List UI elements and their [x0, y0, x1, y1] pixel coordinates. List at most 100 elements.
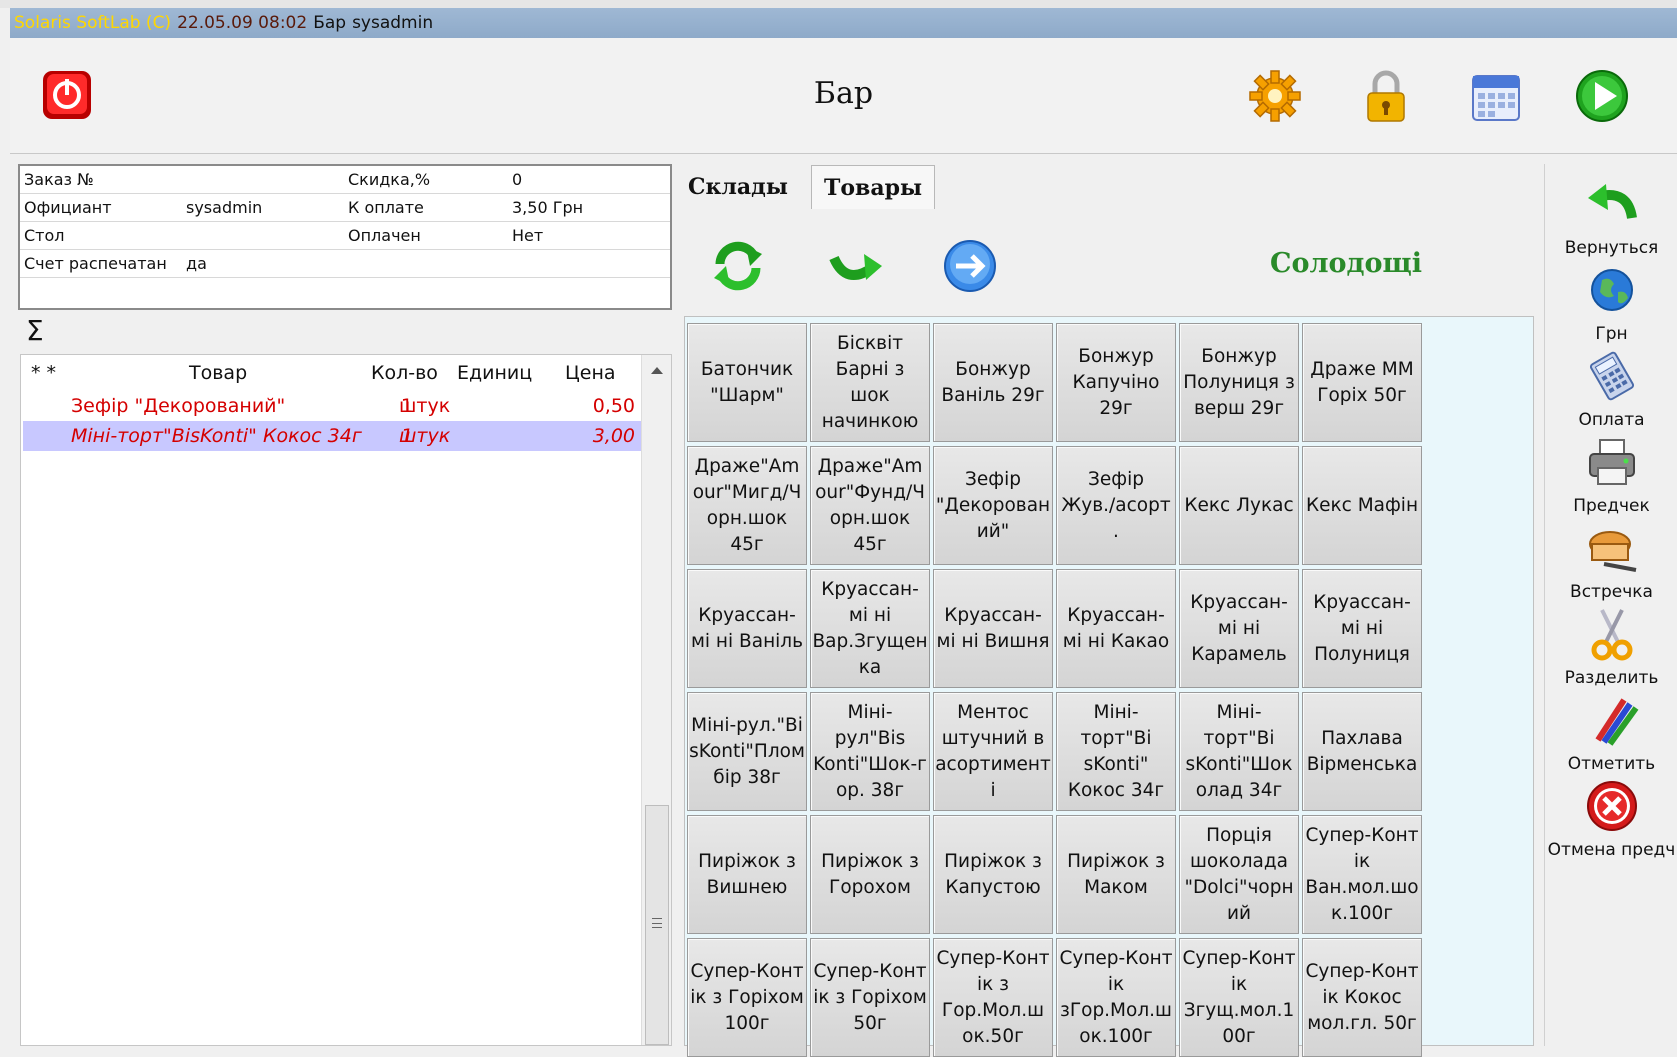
product-button[interactable]: Ментос штучний в асортимент і	[933, 692, 1053, 811]
to-pay-label: К оплате	[348, 198, 424, 217]
tab-warehouses[interactable]: Склады	[676, 165, 800, 209]
col-unit: Единиц	[457, 362, 533, 384]
table-row[interactable]: Міні-торт"BisKonti" Кокос 34г 1 штук 3,00	[23, 421, 641, 451]
to-pay-value: 3,50 Грн	[512, 198, 584, 217]
scissors-icon	[1591, 609, 1632, 661]
currency-button[interactable]: Грн	[1545, 262, 1677, 346]
product-button[interactable]: Бонжур Полуниця з верш 29г	[1179, 323, 1299, 442]
product-button[interactable]: Супер-Конт ік Кокос мол.гл. 50г	[1302, 938, 1422, 1057]
product-button[interactable]: Супер-Конт ік Ван.мол.шо к.100г	[1302, 815, 1422, 934]
col-marks: * *	[31, 362, 57, 384]
discount-label: Скидка,%	[348, 170, 431, 189]
scroll-thumb[interactable]	[645, 805, 669, 1045]
tab-products[interactable]: Товары	[811, 165, 936, 209]
calendar-icon[interactable]	[1465, 66, 1525, 126]
product-button[interactable]: Бісквіт Барні з шок начинкою	[810, 323, 930, 442]
window-titlebar: Solaris SoftLab (C) 22.05.09 08:02 Бар sysa…	[10, 8, 1677, 38]
product-button[interactable]: Бонжур Капучіно 29г	[1056, 323, 1176, 442]
action-sidebar: Вернуться Грн Оплата Предчек Встречка Ра…	[1544, 164, 1677, 1046]
product-button[interactable]: Круассан-мі ні Полуниця	[1302, 569, 1422, 688]
product-button[interactable]: Порція шоколада "Dolci"чорн ий	[1179, 815, 1299, 934]
lock-icon[interactable]	[1356, 66, 1416, 126]
titlebar-datetime: 22.05.09 08:02	[177, 13, 308, 33]
mark-button[interactable]: Отметить	[1545, 692, 1677, 776]
product-button[interactable]: Бонжур Ваніль 29г	[933, 323, 1053, 442]
product-button[interactable]: Круассан-мі ні Карамель	[1179, 569, 1299, 688]
waiter-label: Официант	[24, 198, 112, 217]
header-bar: Бар	[10, 38, 1677, 154]
globe-icon	[1590, 269, 1633, 311]
precheck-button[interactable]: Предчек	[1545, 434, 1677, 518]
product-button[interactable]: Пахлава Вірменська	[1302, 692, 1422, 811]
refresh-icon[interactable]	[710, 238, 766, 294]
cell-product: Міні-торт"BisKonti" Кокос 34г	[71, 425, 362, 447]
product-button[interactable]: Міні-торт"Bi sKonti"Шок олад 34г	[1179, 692, 1299, 811]
order-panel: Заказ № Скидка,% 0 Официант sysadmin К о…	[18, 164, 672, 1046]
cell-price: 3,00	[592, 425, 635, 447]
cancel-precheck-button[interactable]: Отмена предч	[1545, 778, 1677, 862]
order-info-box: Заказ № Скидка,% 0 Официант sysadmin К о…	[18, 164, 672, 310]
sum-button[interactable]: Σ	[26, 314, 44, 347]
product-button[interactable]: Супер-Конт ік Згущ.мол.1 00г	[1179, 938, 1299, 1057]
check-printed-label: Счет распечатан	[24, 254, 167, 273]
product-button[interactable]: Драже"Am our"Фунд/Ч орн.шок 45г	[810, 446, 930, 565]
product-button[interactable]: Пиріжок з Маком	[1056, 815, 1176, 934]
product-button[interactable]: Зефір Жув./асорт .	[1056, 446, 1176, 565]
product-button[interactable]: Кекс Мафін	[1302, 446, 1422, 565]
payment-button[interactable]: Оплата	[1545, 348, 1677, 432]
product-button[interactable]: Пиріжок з Горохом	[810, 815, 930, 934]
order-table-header: * * Товар Кол-во Единиц Цена	[21, 355, 641, 391]
forward-circle-icon[interactable]	[942, 238, 998, 294]
mark-label: Отметить	[1567, 754, 1656, 774]
order-table-scrollbar[interactable]	[641, 355, 671, 1045]
counter-button[interactable]: Встречка	[1545, 520, 1677, 604]
scroll-up-arrow-icon[interactable]	[651, 367, 663, 374]
product-button[interactable]: Міні-торт"Bi sKonti" Кокос 34г	[1056, 692, 1176, 811]
col-qty: Кол-во	[371, 362, 438, 384]
product-button[interactable]: Круассан-мі ні Вишня	[933, 569, 1053, 688]
back-arrow-icon[interactable]	[826, 238, 882, 294]
cell-product: Зефір "Декорований"	[71, 395, 286, 417]
category-title: Солодощі	[1270, 248, 1423, 279]
gear-icon[interactable]	[1245, 66, 1305, 126]
titlebar-user: sysadmin	[352, 13, 434, 33]
info-row-table: Стол Оплачен Нет	[20, 222, 670, 250]
play-icon[interactable]	[1572, 66, 1632, 126]
cell-unit: штук	[399, 395, 451, 417]
product-button[interactable]: Круассан-мі ні Вар.Згущен ка	[810, 569, 930, 688]
product-button[interactable]: Зефір "Декорован ий"	[933, 446, 1053, 565]
payment-label: Оплата	[1578, 410, 1645, 430]
check-printed-value: да	[186, 254, 207, 273]
product-button[interactable]: Супер-Конт ік з Горіхом 100г	[687, 938, 807, 1057]
cell-unit: штук	[399, 425, 451, 447]
return-label: Вернуться	[1564, 238, 1659, 258]
brand-text: Solaris SoftLab (C)	[14, 13, 172, 33]
col-product: Товар	[189, 362, 248, 384]
product-button[interactable]: Круассан-мі ні Какао	[1056, 569, 1176, 688]
table-label: Стол	[24, 226, 65, 245]
page-title: Бар	[813, 76, 874, 111]
product-button[interactable]: Пиріжок з Капустою	[933, 815, 1053, 934]
precheck-label: Предчек	[1573, 496, 1650, 516]
bread-knife-icon	[1588, 531, 1636, 572]
table-row[interactable]: Зефір "Декорований" 1 штук 0,50	[23, 391, 641, 421]
cancel-precheck-label: Отмена предч	[1547, 840, 1676, 860]
product-button[interactable]: Супер-Конт ік з Гор.Мол.ш ок.50г	[933, 938, 1053, 1057]
product-button[interactable]: Драже ММ Горіх 50г	[1302, 323, 1422, 442]
product-button[interactable]: Батончик "Шарм"	[687, 323, 807, 442]
product-button[interactable]: Міні-рул"Bis Konti"Шок-г ор. 38г	[810, 692, 930, 811]
split-button[interactable]: Разделить	[1545, 606, 1677, 690]
product-button[interactable]: Кекс Лукас	[1179, 446, 1299, 565]
paid-label: Оплачен	[348, 226, 421, 245]
product-button[interactable]: Пиріжок з Вишнею	[687, 815, 807, 934]
currency-label: Грн	[1595, 324, 1628, 344]
calculator-icon	[1589, 351, 1634, 401]
back-arrow-icon	[1587, 184, 1637, 219]
product-button[interactable]: Драже"Am our"Мигд/Ч орн.шок 45г	[687, 446, 807, 565]
return-button[interactable]: Вернуться	[1545, 176, 1677, 260]
product-button[interactable]: Супер-Конт ік з Горіхом 50г	[810, 938, 930, 1057]
product-button[interactable]: Міні-рул."Bi sKonti"Плом бір 38г	[687, 692, 807, 811]
product-button[interactable]: Супер-Конт ік зГор.Мол.ш ок.100г	[1056, 938, 1176, 1057]
product-button[interactable]: Круассан-мі ні Ваніль	[687, 569, 807, 688]
discount-value: 0	[512, 170, 523, 189]
